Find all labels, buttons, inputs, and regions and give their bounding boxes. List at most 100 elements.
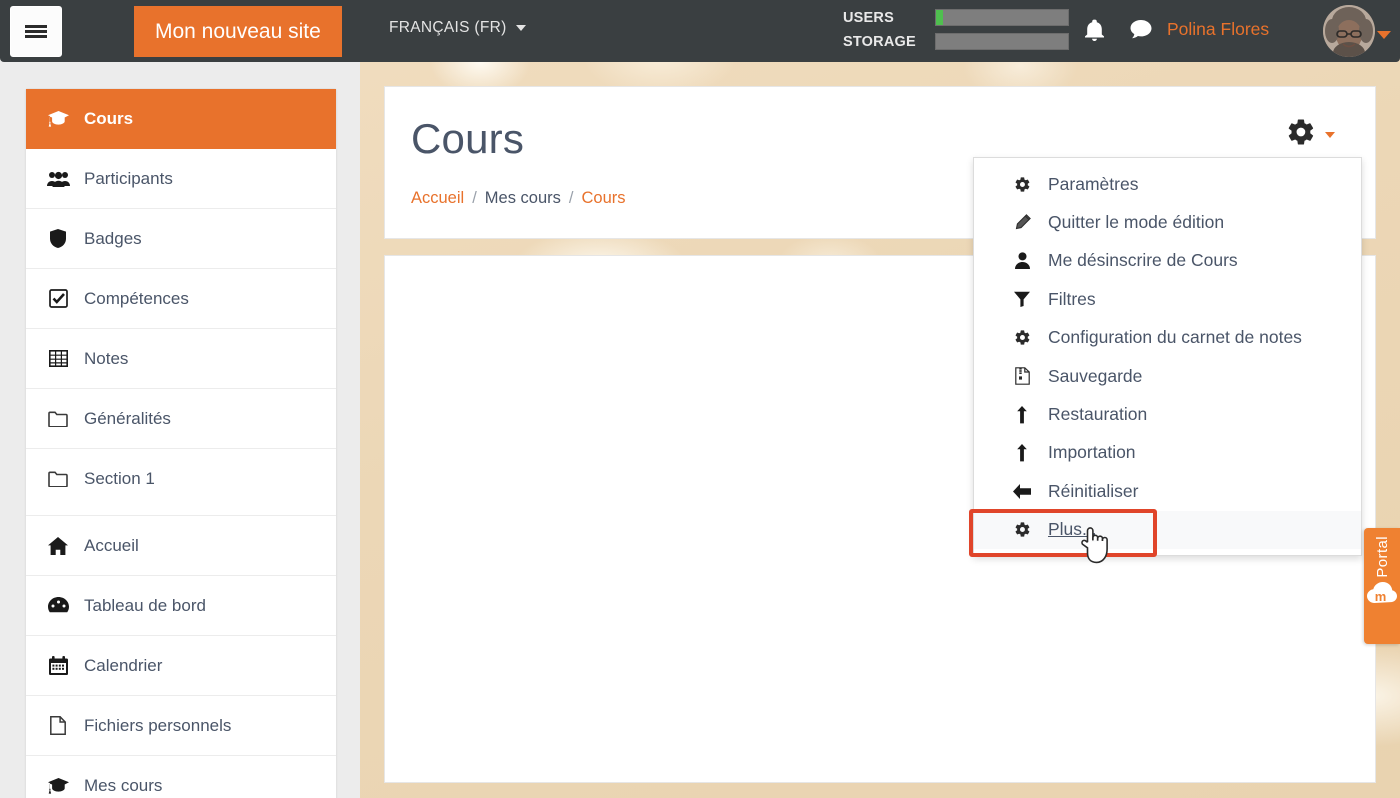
sidebar-item-label: Participants	[84, 168, 173, 188]
language-selector[interactable]: FRANÇAIS (FR)	[389, 19, 526, 37]
sidebar-item-competences[interactable]: Compétences	[26, 269, 336, 329]
folder-icon	[46, 471, 70, 487]
usage-row-users: USERS	[843, 7, 1069, 28]
sidebar-divider	[26, 509, 336, 516]
sidebar-item-label: Mes cours	[84, 776, 163, 795]
dashboard-icon	[46, 597, 70, 614]
breadcrumb-item-accueil[interactable]: Accueil	[411, 189, 464, 208]
chevron-down-icon	[515, 25, 526, 31]
menu-item-me-desinscrire[interactable]: Me désinscrire de Cours	[974, 242, 1361, 280]
breadcrumb: Accueil / Mes cours / Cours	[411, 189, 626, 208]
menu-item-parametres[interactable]: Paramètres	[974, 165, 1361, 203]
file-icon	[46, 716, 70, 735]
user-menu-chevron-down-icon[interactable]	[1377, 26, 1391, 44]
upload-icon	[1012, 443, 1032, 462]
menu-item-label: Plus...	[1048, 519, 1097, 540]
gear-icon	[1012, 176, 1032, 193]
sidebar-item-label: Cours	[84, 108, 134, 128]
filter-icon	[1012, 291, 1032, 308]
hamburger-icon	[25, 25, 47, 28]
sidebar-item-label: Généralités	[84, 408, 171, 428]
sidebar-item-label: Tableau de bord	[84, 595, 206, 615]
usage-bar-storage	[935, 33, 1069, 50]
course-sidebar-nav: Cours Participants Badges Compétences No…	[25, 88, 337, 798]
check-square-icon	[46, 289, 70, 308]
cloud-logo-icon: m	[1367, 581, 1397, 611]
menu-item-label: Quitter le mode édition	[1048, 212, 1225, 233]
chevron-down-icon	[1325, 131, 1335, 138]
sidebar-item-badges[interactable]: Badges	[26, 209, 336, 269]
user-icon	[1012, 252, 1032, 270]
sidebar-item-section-1[interactable]: Section 1	[26, 449, 336, 509]
menu-item-label: Me désinscrire de Cours	[1048, 250, 1238, 271]
graduation-cap-icon	[46, 778, 70, 794]
menu-item-restauration[interactable]: Restauration	[974, 395, 1361, 433]
site-name-brand[interactable]: Mon nouveau site	[134, 6, 342, 57]
arrow-left-icon	[1012, 483, 1032, 499]
sidebar-item-calendrier[interactable]: Calendrier	[26, 636, 336, 696]
sidebar-item-label: Fichiers personnels	[84, 715, 232, 735]
menu-item-filtres[interactable]: Filtres	[974, 280, 1361, 318]
moodle-course-page: Mon nouveau site FRANÇAIS (FR) USERS STO…	[0, 0, 1400, 798]
course-settings-menu-button[interactable]	[1286, 117, 1335, 152]
sidebar-group-global: Accueil Tableau de bord Calendrier Fichi…	[26, 516, 336, 798]
sidebar-item-label: Notes	[84, 348, 129, 368]
menu-item-label: Filtres	[1048, 288, 1096, 309]
sidebar-item-notes[interactable]: Notes	[26, 329, 336, 389]
top-navbar: Mon nouveau site FRANÇAIS (FR) USERS STO…	[0, 0, 1400, 62]
pencil-icon	[1012, 214, 1032, 231]
sidebar-item-tableau-de-bord[interactable]: Tableau de bord	[26, 576, 336, 636]
course-settings-dropdown: Paramètres Quitter le mode édition Me dé…	[973, 157, 1362, 556]
hamburger-menu-button[interactable]	[10, 6, 62, 57]
sidebar-item-label: Compétences	[84, 288, 189, 308]
avatar[interactable]	[1323, 5, 1375, 57]
menu-item-label: Sauvegarde	[1048, 365, 1143, 386]
user-name-link[interactable]: Polina Flores	[1167, 19, 1269, 40]
portal-tab-label: Portal	[1373, 536, 1391, 578]
usage-meters: USERS STORAGE	[843, 7, 1069, 52]
breadcrumb-separator: /	[568, 189, 574, 207]
language-label: FRANÇAIS (FR)	[389, 19, 507, 36]
breadcrumb-item-mes-cours[interactable]: Mes cours	[485, 189, 561, 208]
page-title: Cours	[411, 115, 525, 162]
menu-item-configuration-carnet-notes[interactable]: Configuration du carnet de notes	[974, 319, 1361, 357]
menu-item-importation[interactable]: Importation	[974, 434, 1361, 472]
hamburger-icon	[25, 30, 47, 33]
menu-item-label: Réinitialiser	[1048, 480, 1139, 501]
chat-icon[interactable]	[1130, 19, 1152, 44]
backup-icon	[1012, 367, 1032, 385]
gear-icon	[1286, 117, 1316, 152]
bell-icon[interactable]	[1085, 19, 1104, 46]
users-icon	[46, 171, 70, 187]
sidebar-group-course: Cours Participants Badges Compétences No…	[26, 89, 336, 509]
svg-text:m: m	[1375, 589, 1387, 604]
shield-icon	[46, 229, 70, 248]
folder-icon	[46, 411, 70, 427]
usage-row-storage: STORAGE	[843, 31, 1069, 52]
sidebar-item-label: Section 1	[84, 469, 155, 488]
menu-item-plus[interactable]: Plus...	[974, 510, 1361, 549]
menu-item-reinitialiser[interactable]: Réinitialiser	[974, 472, 1361, 510]
home-icon	[46, 536, 70, 555]
menu-item-label: Importation	[1048, 442, 1136, 463]
hamburger-icon	[25, 35, 47, 38]
portal-side-tab[interactable]: Portal m	[1364, 528, 1400, 644]
sidebar-item-label: Calendrier	[84, 655, 163, 675]
breadcrumb-separator: /	[472, 189, 477, 207]
usage-bar-users	[935, 9, 1069, 26]
usage-label-storage: STORAGE	[843, 33, 916, 50]
sidebar-item-label: Accueil	[84, 535, 139, 555]
breadcrumb-item-cours[interactable]: Cours	[582, 189, 626, 208]
menu-item-quitter-mode-edition[interactable]: Quitter le mode édition	[974, 203, 1361, 241]
menu-item-sauvegarde[interactable]: Sauvegarde	[974, 357, 1361, 395]
usage-fill-users	[936, 10, 943, 25]
sidebar-item-accueil[interactable]: Accueil	[26, 516, 336, 576]
sidebar-item-generalites[interactable]: Généralités	[26, 389, 336, 449]
sidebar-item-label: Badges	[84, 228, 142, 248]
sidebar-item-cours[interactable]: Cours	[26, 89, 336, 149]
sidebar-item-mes-cours[interactable]: Mes cours	[26, 756, 336, 798]
table-icon	[46, 350, 70, 367]
graduation-cap-icon	[46, 110, 70, 127]
sidebar-item-participants[interactable]: Participants	[26, 149, 336, 209]
sidebar-item-fichiers-personnels[interactable]: Fichiers personnels	[26, 696, 336, 756]
